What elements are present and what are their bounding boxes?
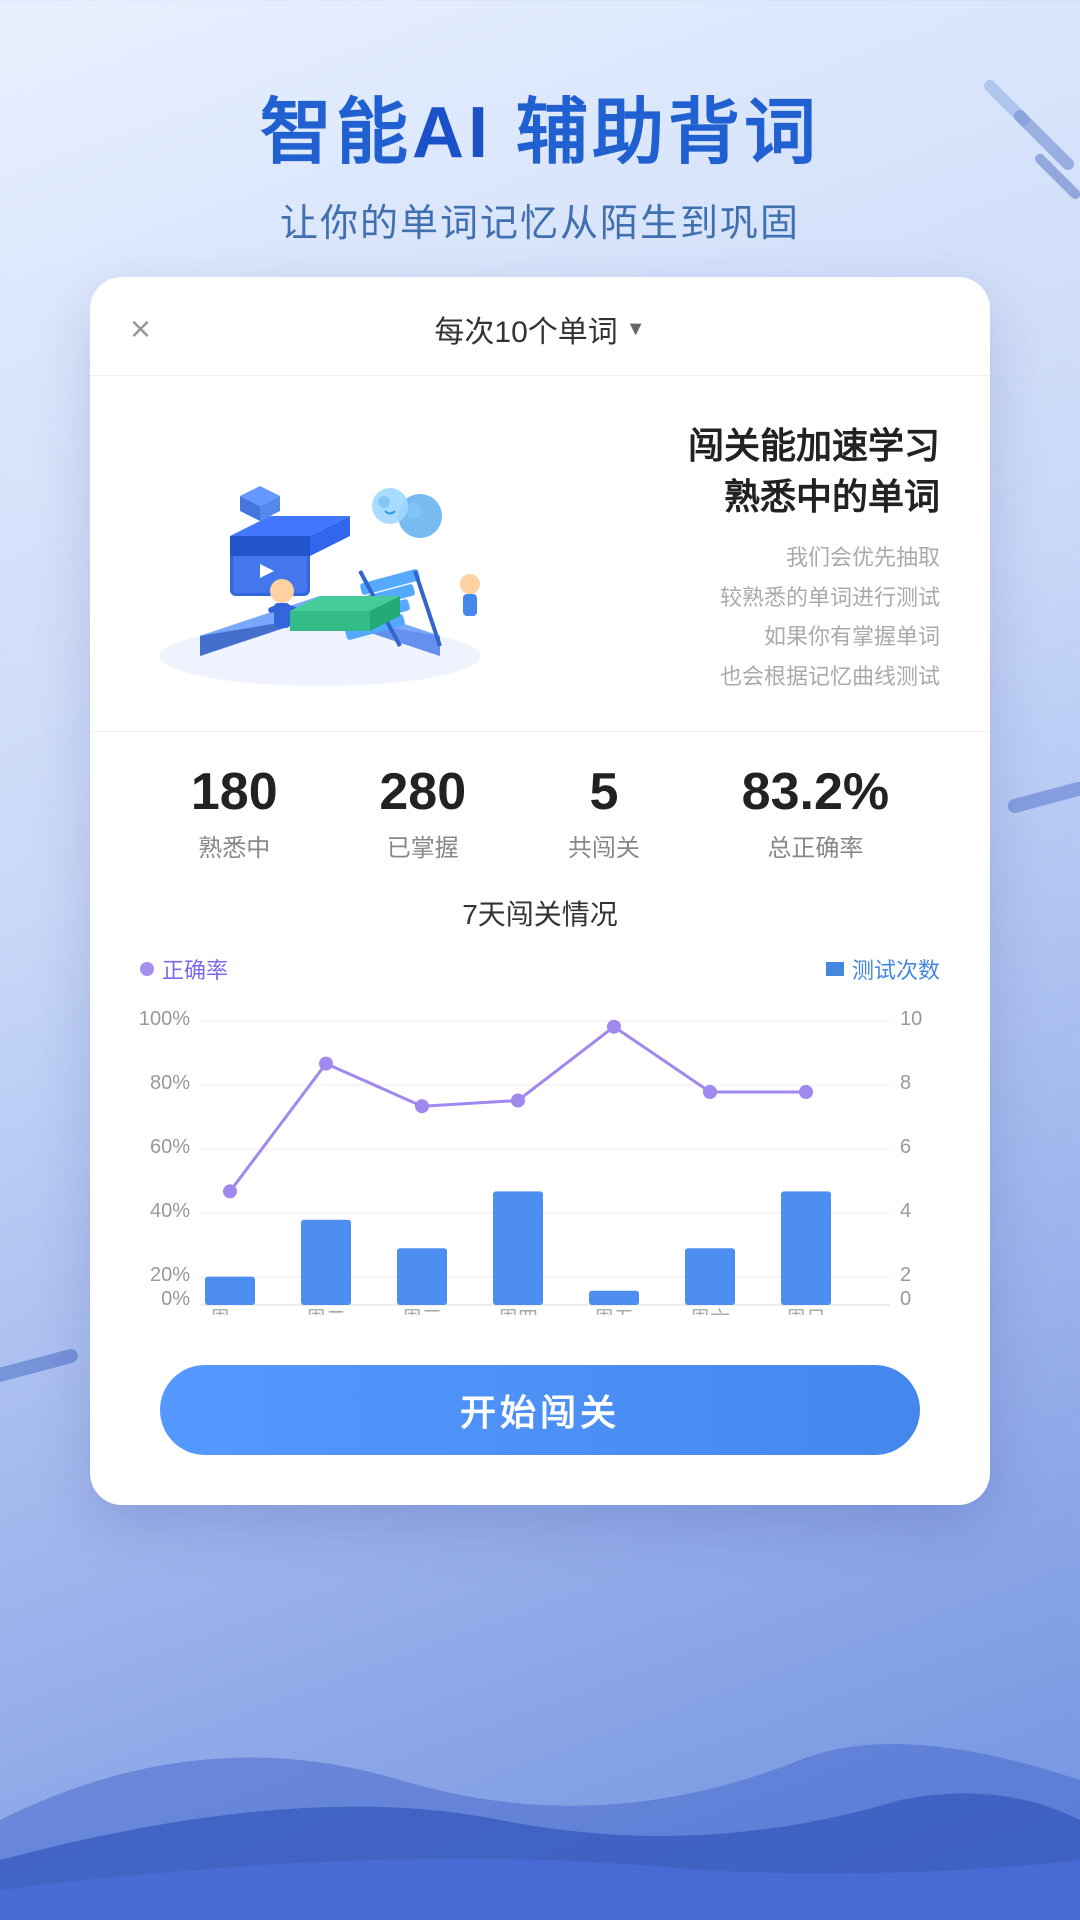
card-header: × 每次10个单词 ▼ (90, 277, 990, 376)
hero-header: 智能AI 辅助背词 让你的单词记忆从陌生到巩固 (0, 0, 1080, 277)
chart-title: 7天闯关情况 (140, 893, 940, 933)
card-info-desc: 我们会优先抽取 较熟悉的单词进行测试 如果你有掌握单词 也会根据记忆曲线测试 (530, 538, 940, 696)
chart-section: 7天闯关情况 正确率 测试次数 100% 80% 60% 40% (90, 873, 990, 1325)
accuracy-dot-icon (140, 962, 154, 976)
session-label: 每次10个单词 (434, 307, 617, 351)
stat-levels: 5 共闯关 (568, 762, 640, 863)
stat-familiar-value: 180 (191, 762, 278, 822)
stat-accuracy-label: 总正确率 (742, 828, 889, 863)
svg-text:8: 8 (900, 1072, 911, 1094)
bottom-wave (0, 1620, 1080, 1920)
svg-text:周日: 周日 (786, 1308, 826, 1315)
stat-accuracy-value: 83.2% (742, 762, 889, 822)
svg-text:0: 0 (900, 1288, 911, 1310)
card-info-title: 闯关能加速学习 熟悉中的单词 (530, 421, 940, 522)
svg-text:周一: 周一 (210, 1308, 250, 1315)
card-info: 闯关能加速学习 熟悉中的单词 我们会优先抽取 较熟悉的单词进行测试 如果你有掌握… (500, 421, 940, 696)
svg-text:80%: 80% (150, 1072, 190, 1094)
hero-title: 智能AI 辅助背词 (0, 90, 1080, 176)
stat-mastered-label: 已掌握 (379, 828, 466, 863)
hero-subtitle: 让你的单词记忆从陌生到巩固 (0, 192, 1080, 247)
stat-familiar-label: 熟悉中 (191, 828, 278, 863)
svg-text:周三: 周三 (402, 1308, 442, 1315)
card-top-section: 闯关能加速学习 熟悉中的单词 我们会优先抽取 较熟悉的单词进行测试 如果你有掌握… (90, 376, 990, 721)
svg-text:2: 2 (900, 1264, 911, 1286)
svg-text:40%: 40% (150, 1200, 190, 1222)
chart-container: 100% 80% 60% 40% 20% 0% 10 8 6 4 2 0 (140, 995, 940, 1315)
hero-title-ai: AI (412, 93, 492, 173)
close-button[interactable]: × (130, 308, 151, 350)
svg-text:100%: 100% (140, 1008, 190, 1030)
legend-tests: 测试次数 (826, 953, 940, 985)
svg-text:周五: 周五 (594, 1308, 634, 1315)
svg-text:0%: 0% (161, 1288, 190, 1310)
start-button[interactable]: 开始闯关 (160, 1365, 920, 1455)
stat-familiar: 180 熟悉中 (191, 762, 278, 863)
tests-box-icon (826, 962, 844, 976)
svg-text:周六: 周六 (690, 1307, 730, 1315)
svg-text:6: 6 (900, 1136, 911, 1158)
chevron-down-icon: ▼ (626, 318, 646, 341)
legend-accuracy: 正确率 (140, 953, 228, 985)
svg-text:周四: 周四 (498, 1308, 538, 1315)
hero-title-suffix: 辅助背词 (492, 93, 820, 173)
svg-text:20%: 20% (150, 1264, 190, 1286)
stat-mastered-value: 280 (379, 762, 466, 822)
svg-text:4: 4 (900, 1200, 911, 1222)
stat-levels-label: 共闯关 (568, 828, 640, 863)
stat-mastered: 280 已掌握 (379, 762, 466, 863)
chart-svg: 100% 80% 60% 40% 20% 0% 10 8 6 4 2 0 (140, 995, 940, 1315)
session-selector[interactable]: 每次10个单词 ▼ (434, 307, 645, 351)
main-card: × 每次10个单词 ▼ (90, 277, 990, 1505)
chart-legend: 正确率 测试次数 (140, 953, 940, 985)
svg-text:10: 10 (900, 1008, 922, 1030)
stats-row: 180 熟悉中 280 已掌握 5 共闯关 83.2% 总正确率 (90, 731, 990, 873)
svg-text:周二: 周二 (306, 1308, 346, 1315)
illustration (140, 416, 500, 701)
stat-accuracy: 83.2% 总正确率 (742, 762, 889, 863)
hero-title-prefix: 智能 (260, 93, 412, 173)
stat-levels-value: 5 (568, 762, 640, 822)
svg-text:60%: 60% (150, 1136, 190, 1158)
